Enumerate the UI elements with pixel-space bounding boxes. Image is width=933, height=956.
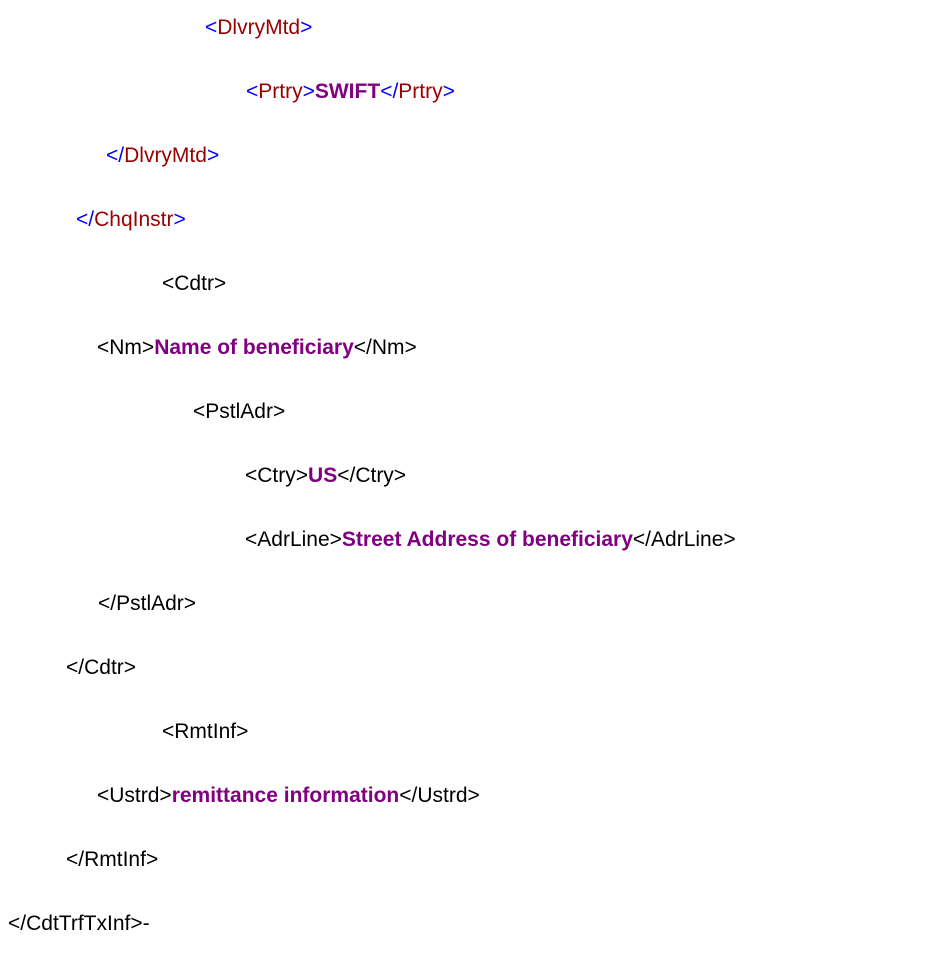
close-tag: </Ctry> — [337, 464, 407, 487]
line-rmtinf-open: <RmtInf> — [162, 720, 249, 743]
element-value: remittance information — [171, 784, 400, 807]
bracket: > — [206, 144, 220, 167]
line-pstladr-close: </PstlAdr> — [98, 592, 197, 615]
close-tag: </Ustrd> — [399, 784, 480, 807]
line-dlvrymtd-close: </DlvryMtd> — [106, 143, 219, 169]
line-dlvrymtd-open: <DlvryMtd> — [205, 15, 312, 41]
line-adrline: <AdrLine>Street Address of beneficiary</… — [245, 527, 736, 553]
bracket: > — [300, 16, 313, 39]
bracket: > — [302, 80, 315, 103]
element-value: US — [308, 464, 338, 487]
tag-name: DlvryMtd — [217, 16, 301, 39]
line-prtry: <Prtry>SWIFT</Prtry> — [246, 79, 455, 105]
element-value: Street Address of beneficiary — [341, 528, 633, 551]
bracket: > — [442, 80, 455, 103]
open-tag: <Nm> — [97, 336, 155, 359]
line-rmtinf-close: </RmtInf> — [66, 848, 159, 871]
tag-name: Prtry — [398, 80, 443, 103]
bracket: </ — [106, 144, 125, 167]
close-tag: </AdrLine> — [632, 528, 736, 551]
open-tag: <Ustrd> — [97, 784, 172, 807]
element-value: SWIFT — [314, 80, 381, 103]
close-tag: </Nm> — [353, 336, 417, 359]
bracket: </ — [380, 80, 399, 103]
line-ctry: <Ctry>US</Ctry> — [245, 463, 406, 489]
tag-name: ChqInstr — [94, 208, 174, 231]
open-tag: <AdrLine> — [245, 528, 342, 551]
bracket: </ — [76, 208, 95, 231]
line-ustrd: <Ustrd>remittance information</Ustrd> — [97, 783, 480, 809]
line-pstladr-open: <PstlAdr> — [193, 400, 286, 423]
bracket: > — [173, 208, 186, 231]
line-chqinstr-close: </ChqInstr> — [76, 207, 186, 233]
line-cdtr-open: <Cdtr> — [162, 272, 227, 295]
open-tag: <Ctry> — [245, 464, 309, 487]
tag-name: Prtry — [258, 80, 303, 103]
bracket: < — [205, 16, 218, 39]
bracket: < — [246, 80, 259, 103]
line-cdttrftxinf-close: </CdtTrfTxInf>- — [8, 912, 150, 935]
line-nm: <Nm>Name of beneficiary</Nm> — [97, 335, 417, 361]
tag-name: DlvryMtd — [124, 144, 207, 167]
element-value: Name of beneficiary — [154, 336, 354, 359]
line-cdtr-close: </Cdtr> — [66, 656, 137, 679]
